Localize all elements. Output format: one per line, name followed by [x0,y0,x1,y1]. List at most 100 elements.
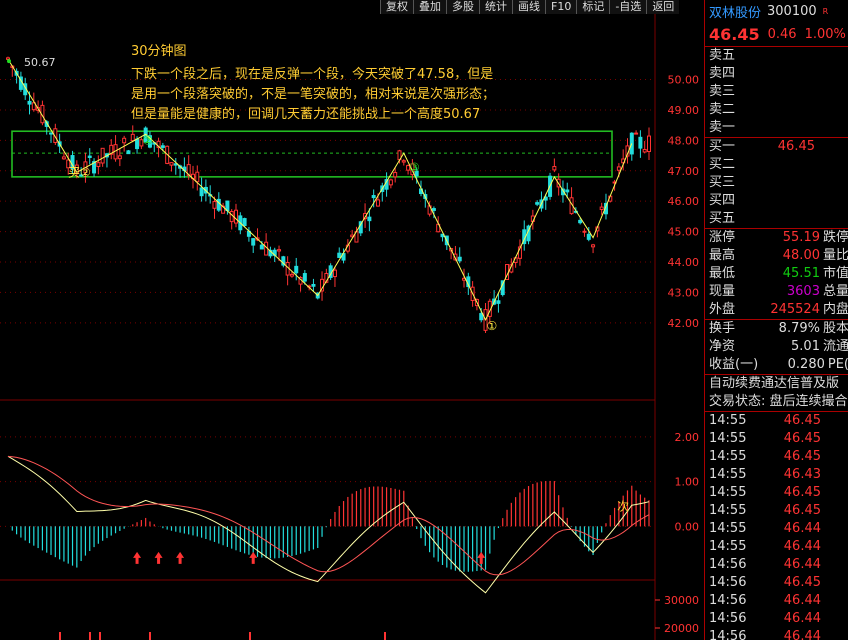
macd-tick-label: 2.00 [675,431,700,444]
tick-time: 14:56 [709,575,747,590]
candle-body [371,195,376,199]
candle-body [49,132,54,135]
candle [642,141,647,154]
stat-value: 8.79% [778,321,820,336]
tick-time: 14:56 [709,557,747,572]
candle-body [337,252,342,258]
candle [535,200,540,207]
macd-tick-label: 0.00 [675,520,700,533]
tick-row: 14:55 46.45 [705,484,848,502]
candle-body [259,244,264,250]
candle [285,256,290,286]
candle-body [130,133,135,142]
candle-body [552,166,557,171]
candle [169,162,174,172]
tick-list[interactable]: 14:55 46.45 14:55 46.45 14:55 46.45 14:55 46… [705,412,848,640]
sell-orders: 卖五 卖四 卖三 卖二 卖一 [705,47,848,138]
chart-toolbar: 复权 叠加 多股 统计 画线 F10 标记 -自选 返回 [380,0,680,14]
candle [634,130,639,135]
toolbar-draw-line[interactable]: 画线 [512,0,545,14]
candle [49,132,54,143]
candle-body [289,273,294,277]
candle [552,158,557,173]
buy-orders: 买一 46.45 买二 买三 买四 买五 [705,138,848,229]
candle [113,135,118,162]
candle-body [642,149,647,153]
peak-label: 50.67 [24,56,56,69]
kline-chart[interactable]: ② ③ ① 买② 次 50.00 49.00 48.00 47.00 46.00 45.00 44… [0,0,704,640]
stat-tail: 流通 [822,339,848,354]
candle [195,165,200,191]
buy-arrow-icon [154,551,163,564]
candle-body [599,206,604,210]
tick-row: 14:55 46.45 [705,412,848,430]
tick-row: 14:55 46.45 [705,448,848,466]
candle [522,220,527,251]
buy-row: 买二 [705,156,848,174]
stock-name[interactable]: 双林股份 [709,2,761,21]
stock-header: 双林股份 300100 R [705,0,848,22]
candle [582,228,587,237]
candle-body [647,135,651,153]
subscription-info[interactable]: 自动续费通达信普及版 [705,375,848,393]
toolbar-watchlist[interactable]: -自选 [609,0,647,14]
macd-dea-line [7,455,650,576]
price-tick-label: 45.00 [668,226,700,239]
candle-body [302,273,307,282]
tick-time: 14:55 [709,539,747,554]
tick-time: 14:55 [709,485,747,500]
candle-body [61,156,66,160]
macd-divergence-label: 次 [617,500,629,514]
toolbar-overlay[interactable]: 叠加 [413,0,446,14]
stat-label: 外盘 [709,302,736,317]
candle-body [212,201,217,209]
toolbar-f10[interactable]: F10 [545,0,577,14]
stock-flag: R [822,6,829,16]
stat-value: 3603 [786,284,820,299]
tick-price: 46.43 [783,467,821,482]
candle [246,227,251,242]
sell-row: 卖二 [705,101,848,119]
toolbar-statistics[interactable]: 统计 [479,0,512,14]
price-change: 0.46 [767,26,797,42]
stat-label: 现量 [709,284,736,299]
candle [109,139,114,160]
price-tick-label: 48.00 [668,134,700,147]
buy-point-label: 买② [68,165,91,179]
tick-price: 46.44 [783,629,821,640]
stat-value: 48.00 [782,248,820,263]
candle-body [160,145,165,148]
toolbar-mark[interactable]: 标记 [576,0,610,14]
price-tick-label: 50.00 [668,74,700,87]
candle-body [401,160,406,163]
candle [225,200,230,215]
tick-row: 14:56 46.44 [705,556,848,574]
candle-body [122,137,127,144]
tick-time: 14:56 [709,611,747,626]
sell-label: 卖二 [709,102,736,117]
toolbar-multi-stock[interactable]: 多股 [446,0,479,14]
stat-value: 5.01 [791,339,820,354]
candle-body [251,238,256,246]
candle-body [234,209,239,224]
tick-price: 46.44 [783,611,821,626]
sell-label: 卖五 [709,48,736,63]
candle [152,142,157,153]
tick-price: 46.45 [783,431,821,446]
toolbar-back[interactable]: 返回 [646,0,680,14]
buy-arrow-icon [477,551,486,564]
annotation-line-3: 但是量能是健康的，回调几天蓄力还能挑战上一个高度50.67 [131,106,480,122]
tick-row: 14:56 46.44 [705,592,848,610]
info-block: 自动续费通达信普及版 交易状态: 盘后连续撮合 [705,375,848,412]
tick-row: 14:55 46.44 [705,538,848,556]
tick-time: 14:55 [709,413,747,428]
stat-tail: 内盘 [822,302,848,317]
sell-row: 卖一 [705,119,848,137]
candle [251,237,256,253]
macd-dif-line [7,455,650,594]
tick-row: 14:55 46.44 [705,520,848,538]
tick-price: 46.44 [783,539,821,554]
toolbar-restore-rights[interactable]: 复权 [380,0,413,14]
tick-row: 14:56 46.44 [705,628,848,640]
candle [647,127,651,161]
